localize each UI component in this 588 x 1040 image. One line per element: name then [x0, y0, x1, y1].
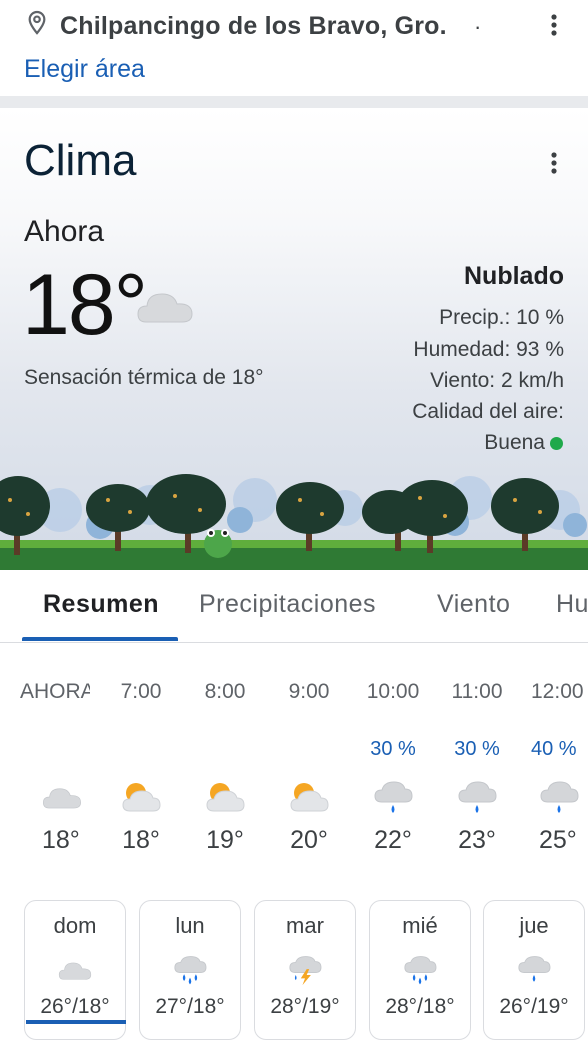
hour-temp: 19° — [206, 826, 244, 854]
weather-tabs: Resumen Precipitaciones Viento Humedad — [0, 570, 588, 643]
day-card-lun[interactable]: lun 27°/18° — [139, 900, 241, 1040]
hour-precip — [267, 738, 351, 768]
hour-temp: 18° — [122, 826, 160, 854]
choose-area-link[interactable]: Elegir área — [24, 55, 145, 84]
day-card-dom[interactable]: dom 26°/18° — [24, 900, 126, 1040]
location-title[interactable]: Chilpancingo de los Bravo, Gro. — [60, 12, 447, 41]
air-quality-value: Buena — [484, 431, 545, 454]
precipitation-detail: Precip.: 10 % — [439, 306, 564, 329]
hour-precip — [183, 738, 267, 768]
day-card-mar[interactable]: mar 28°/19° — [254, 900, 356, 1040]
current-temperature: 18° — [22, 257, 148, 353]
hourly-item: 10:00 30 % 22° — [351, 680, 435, 855]
hour-precip: 40 % — [531, 738, 577, 760]
now-label: Ahora — [24, 215, 105, 248]
air-quality-indicator — [550, 437, 563, 450]
showers-icon — [140, 947, 240, 993]
showers-icon — [370, 947, 470, 993]
rain-icon — [519, 772, 588, 822]
day-card-mie[interactable]: mié 28°/18° — [369, 900, 471, 1040]
hour-label: 7:00 — [120, 680, 162, 703]
hour-precip — [99, 738, 183, 768]
wind-detail: Viento: 2 km/h — [430, 369, 564, 392]
hourly-item: 9:00 20° — [267, 680, 351, 855]
weather-more-options-icon[interactable] — [544, 148, 564, 178]
partly-cloudy-icon — [267, 772, 351, 822]
day-temp-range: 27°/18° — [155, 995, 225, 1018]
tab-summary[interactable]: Resumen — [43, 590, 159, 619]
humidity-detail: Humedad: 93 % — [413, 338, 564, 361]
air-quality-label: Calidad del aire: — [412, 400, 564, 423]
day-temp-range: 28°/18° — [385, 995, 455, 1018]
hour-temp: 18° — [42, 826, 80, 854]
landscape-illustration — [0, 474, 588, 570]
cloudy-icon — [20, 772, 90, 822]
location-title-dot: · — [474, 14, 482, 39]
day-temp-range: 28°/19° — [270, 995, 340, 1018]
location-pin-icon — [28, 10, 46, 35]
day-name: dom — [53, 913, 97, 938]
hour-temp: 20° — [290, 826, 328, 854]
partly-cloudy-icon — [99, 772, 183, 822]
hour-label: 9:00 — [288, 680, 330, 703]
tab-humidity[interactable]: Humedad — [556, 590, 588, 619]
hourly-item: 7:00 18° — [99, 680, 183, 855]
rain-icon — [435, 772, 519, 822]
cloudy-icon — [25, 947, 125, 993]
rain-icon — [351, 772, 435, 822]
cloudy-icon — [137, 293, 193, 323]
hour-temp: 25° — [539, 826, 577, 854]
weather-title: Clima — [24, 136, 137, 185]
rain-icon — [484, 947, 584, 993]
hourly-item: 8:00 19° — [183, 680, 267, 855]
hour-precip — [20, 738, 90, 768]
partly-cloudy-icon — [183, 772, 267, 822]
active-tab-indicator — [22, 637, 178, 641]
section-divider — [0, 96, 588, 108]
hour-label: 12:00 — [531, 680, 584, 703]
day-name: mar — [286, 913, 324, 938]
hourly-item: AHORA 18° — [20, 680, 90, 855]
day-name: mié — [402, 913, 438, 938]
hour-temp: 22° — [374, 826, 412, 854]
day-card-jue[interactable]: jue 26°/19° — [483, 900, 585, 1040]
day-name: lun — [175, 913, 205, 938]
hour-label: 10:00 — [366, 680, 420, 703]
hourly-item: 11:00 30 % 23° — [435, 680, 519, 855]
day-temp-range: 26°/18° — [40, 995, 110, 1018]
day-name: jue — [519, 913, 549, 938]
tab-wind[interactable]: Viento — [437, 590, 510, 619]
hour-label: AHORA — [20, 680, 90, 703]
tab-precipitation[interactable]: Precipitaciones — [199, 590, 376, 619]
condition: Nublado — [464, 262, 564, 290]
selected-day-indicator — [26, 1020, 126, 1024]
hour-temp: 23° — [458, 826, 496, 854]
hour-precip: 30 % — [370, 738, 416, 760]
hour-precip: 30 % — [454, 738, 500, 760]
feels-like: Sensación térmica de 18° — [24, 366, 264, 389]
hour-label: 8:00 — [204, 680, 246, 703]
hour-label: 11:00 — [451, 680, 503, 703]
frog-character-icon — [204, 529, 232, 558]
hourly-item: 12:00 40 % 25° — [519, 680, 588, 855]
day-temp-range: 26°/19° — [499, 995, 569, 1018]
thunderstorm-icon — [255, 947, 355, 993]
more-options-icon[interactable] — [544, 10, 564, 40]
